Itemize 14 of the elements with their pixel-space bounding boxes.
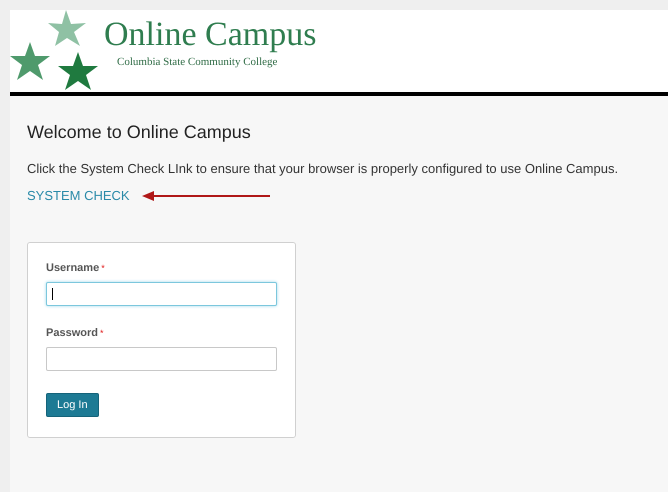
site-title: Online Campus bbox=[104, 15, 316, 55]
required-mark: * bbox=[101, 262, 105, 275]
field-label: Username bbox=[46, 261, 100, 275]
welcome-heading: Welcome to Online Campus bbox=[27, 121, 252, 144]
username-field[interactable] bbox=[46, 282, 277, 306]
field-label: Password bbox=[46, 326, 98, 340]
required-mark: * bbox=[100, 327, 104, 340]
site-subtitle: Columbia State Community College bbox=[117, 55, 278, 69]
password-field[interactable] bbox=[46, 347, 277, 371]
login-button[interactable]: Log In bbox=[46, 393, 99, 417]
arrow-icon bbox=[142, 190, 272, 202]
instruction-text: Click the System Check LInk to ensure that your browser is properly configured to use Online Campus. bbox=[27, 161, 620, 177]
text-cursor bbox=[52, 288, 53, 300]
system-check-link[interactable]: SYSTEM CHECK bbox=[27, 188, 130, 204]
